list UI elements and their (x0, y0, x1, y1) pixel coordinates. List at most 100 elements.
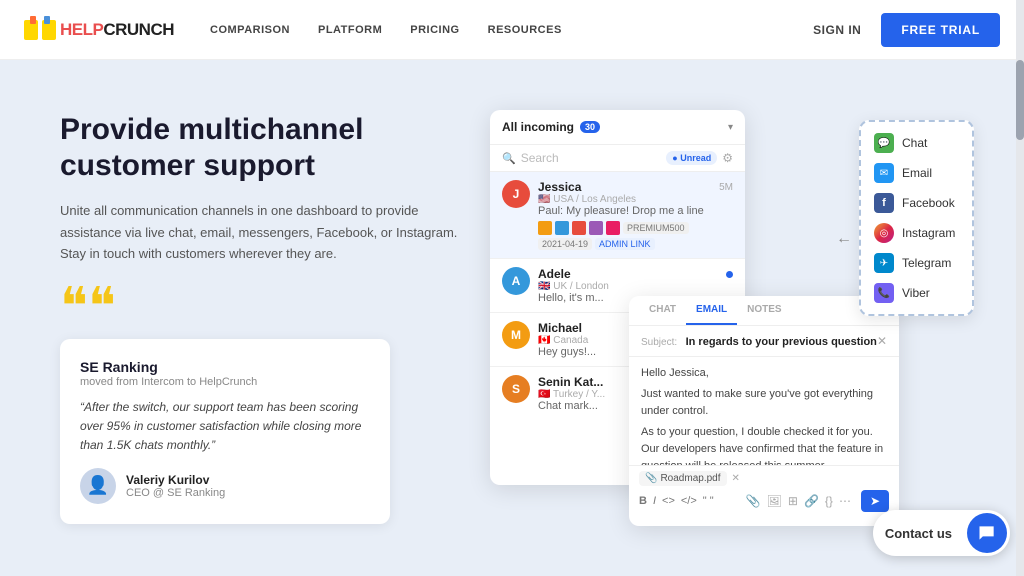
arrow-decoration: ← (836, 230, 852, 248)
email-toolbar: 📎 Roadmap.pdf ✕ B I <> </> " " 📎 🖼 ⊞ 🔗 {… (629, 465, 899, 517)
logo-text: HELPCRUNCH (60, 20, 174, 40)
quote-decoration: ❝❝ (60, 289, 480, 325)
email-body-line2: As to your question, I double checked it… (641, 424, 887, 465)
dropdown-arrow-icon[interactable]: ▾ (728, 122, 733, 133)
italic-btn[interactable]: I (653, 495, 656, 507)
author-title: CEO @ SE Ranking (126, 487, 225, 499)
hero-right: All incoming 30 ▾ 🔍 Search ● Unread ⚙ (490, 90, 974, 546)
facebook-channel-label: Facebook (902, 196, 955, 210)
email-body-line1: Just wanted to make sure you've got ever… (641, 386, 887, 420)
jessica-time: 5M (719, 182, 733, 193)
bold-btn[interactable]: B (639, 495, 647, 507)
chat-panel-header: All incoming 30 ▾ (490, 110, 745, 145)
author-name: Valeriy Kurilov (126, 473, 225, 487)
contact-us-label: Contact us (873, 516, 964, 551)
subject-label: Subject: (641, 337, 677, 348)
code-block-btn[interactable]: </> (681, 495, 697, 507)
facebook-channel-icon: f (874, 193, 894, 213)
more-icon[interactable]: ⋯ (839, 494, 851, 508)
email-body[interactable]: Hello Jessica, Just wanted to make sure … (629, 357, 899, 465)
adele-avatar: A (502, 267, 530, 295)
avatar: 👤 (80, 468, 116, 504)
channel-telegram[interactable]: ✈ Telegram (867, 248, 966, 278)
testimonial-company: SE Ranking (80, 359, 370, 375)
testimonial-card: SE Ranking moved from Intercom to HelpCr… (60, 339, 390, 524)
scrollbar-thumb[interactable] (1016, 60, 1024, 140)
channel-email[interactable]: ✉ Email (867, 158, 966, 188)
jessica-preview: Paul: My pleasure! Drop me a line (538, 205, 733, 217)
email-subject-row: Subject: In regards to your previous que… (629, 326, 899, 357)
jessica-location: 🇺🇸 USA / Los Angeles (538, 194, 733, 205)
image-icon[interactable]: 🖼 (767, 494, 782, 508)
nav-resources[interactable]: RESOURCES (488, 24, 562, 36)
channel-sidebar: 💬 Chat ✉ Email f Facebook ◎ Instagram ✈ … (859, 120, 974, 316)
instagram-channel-icon: ◎ (874, 223, 894, 243)
viber-channel-icon: 📞 (874, 283, 894, 303)
adele-name: Adele (538, 267, 571, 281)
attach-icon[interactable]: 📎 (746, 494, 761, 508)
chat-search-bar: 🔍 Search ● Unread ⚙ (490, 145, 745, 172)
tab-chat[interactable]: CHAT (639, 296, 686, 325)
settings-icon[interactable]: ⚙ (722, 151, 733, 165)
email-compose-panel: CHAT EMAIL NOTES Subject: In regards to … (629, 296, 899, 526)
jessica-name: Jessica (538, 180, 581, 194)
attachment-remove-icon[interactable]: ✕ (732, 473, 740, 484)
telegram-channel-label: Telegram (902, 256, 951, 270)
email-channel-label: Email (902, 166, 932, 180)
free-trial-button[interactable]: FREE TRIAL (881, 13, 1000, 47)
testimonial-quote: “After the switch, our support team has … (80, 398, 370, 456)
code-btn[interactable]: <> (662, 495, 675, 507)
michael-avatar: M (502, 321, 530, 349)
channel-viber[interactable]: 📞 Viber (867, 278, 966, 308)
tab-notes[interactable]: NOTES (737, 296, 791, 325)
chat-bubble-icon (967, 513, 1007, 553)
hero-section: Provide multichannel customer support Un… (0, 60, 1024, 576)
chat-panel-title: All incoming (502, 120, 574, 134)
nav-platform[interactable]: PLATFORM (318, 24, 382, 36)
email-channel-icon: ✉ (874, 163, 894, 183)
sign-in-link[interactable]: SIGN IN (813, 23, 861, 37)
subject-edit-icon[interactable]: ✕ (877, 334, 887, 348)
chat-icon (977, 523, 997, 543)
senin-avatar: S (502, 375, 530, 403)
instagram-channel-label: Instagram (902, 226, 955, 240)
email-greeting: Hello Jessica, (641, 365, 887, 382)
attachment-chip: 📎 Roadmap.pdf (639, 471, 727, 486)
tab-email[interactable]: EMAIL (686, 296, 737, 325)
jessica-tags: PREMIUM500 2021-04-19 ADMIN LINK (538, 221, 733, 250)
testimonial-author: 👤 Valeriy Kurilov CEO @ SE Ranking (80, 468, 370, 504)
search-placeholder[interactable]: Search (521, 151, 559, 165)
table-icon[interactable]: ⊞ (788, 494, 798, 508)
channel-instagram[interactable]: ◎ Instagram (867, 218, 966, 248)
chat-channel-label: Chat (902, 136, 927, 150)
nav-pricing[interactable]: PRICING (410, 24, 459, 36)
conversation-jessica[interactable]: J Jessica 5M 🇺🇸 USA / Los Angeles Paul: … (490, 172, 745, 259)
scrollbar[interactable] (1016, 0, 1024, 576)
contact-us-widget[interactable]: Contact us (873, 510, 1010, 556)
link-icon[interactable]: 🔗 (804, 494, 819, 508)
subject-text: In regards to your previous question (686, 336, 877, 348)
navbar: HELPCRUNCH COMPARISON PLATFORM PRICING R… (0, 0, 1024, 60)
hero-description: Unite all communication channels in one … (60, 200, 480, 264)
hero-title: Provide multichannel customer support (60, 112, 480, 184)
unread-filter[interactable]: ● Unread (666, 151, 717, 165)
jessica-avatar: J (502, 180, 530, 208)
quote-btn[interactable]: " " (703, 495, 714, 507)
testimonial-moved-from: moved from Intercom to HelpCrunch (80, 376, 370, 388)
code2-icon[interactable]: {} (825, 494, 833, 508)
logo[interactable]: HELPCRUNCH (24, 16, 174, 44)
tag-admin: ADMIN LINK (595, 238, 655, 250)
chat-channel-icon: 💬 (874, 133, 894, 153)
viber-channel-label: Viber (902, 286, 930, 300)
adele-dot (726, 271, 733, 278)
search-icon: 🔍 (502, 152, 516, 165)
nav-links: COMPARISON PLATFORM PRICING RESOURCES (210, 24, 562, 36)
channel-chat[interactable]: 💬 Chat (867, 128, 966, 158)
send-email-button[interactable]: ➤ (861, 490, 889, 512)
incoming-badge: 30 (580, 121, 600, 133)
nav-comparison[interactable]: COMPARISON (210, 24, 290, 36)
channel-facebook[interactable]: f Facebook (867, 188, 966, 218)
tag-date: 2021-04-19 (538, 238, 592, 250)
hero-left: Provide multichannel customer support Un… (60, 112, 480, 523)
logo-icon (24, 16, 56, 44)
